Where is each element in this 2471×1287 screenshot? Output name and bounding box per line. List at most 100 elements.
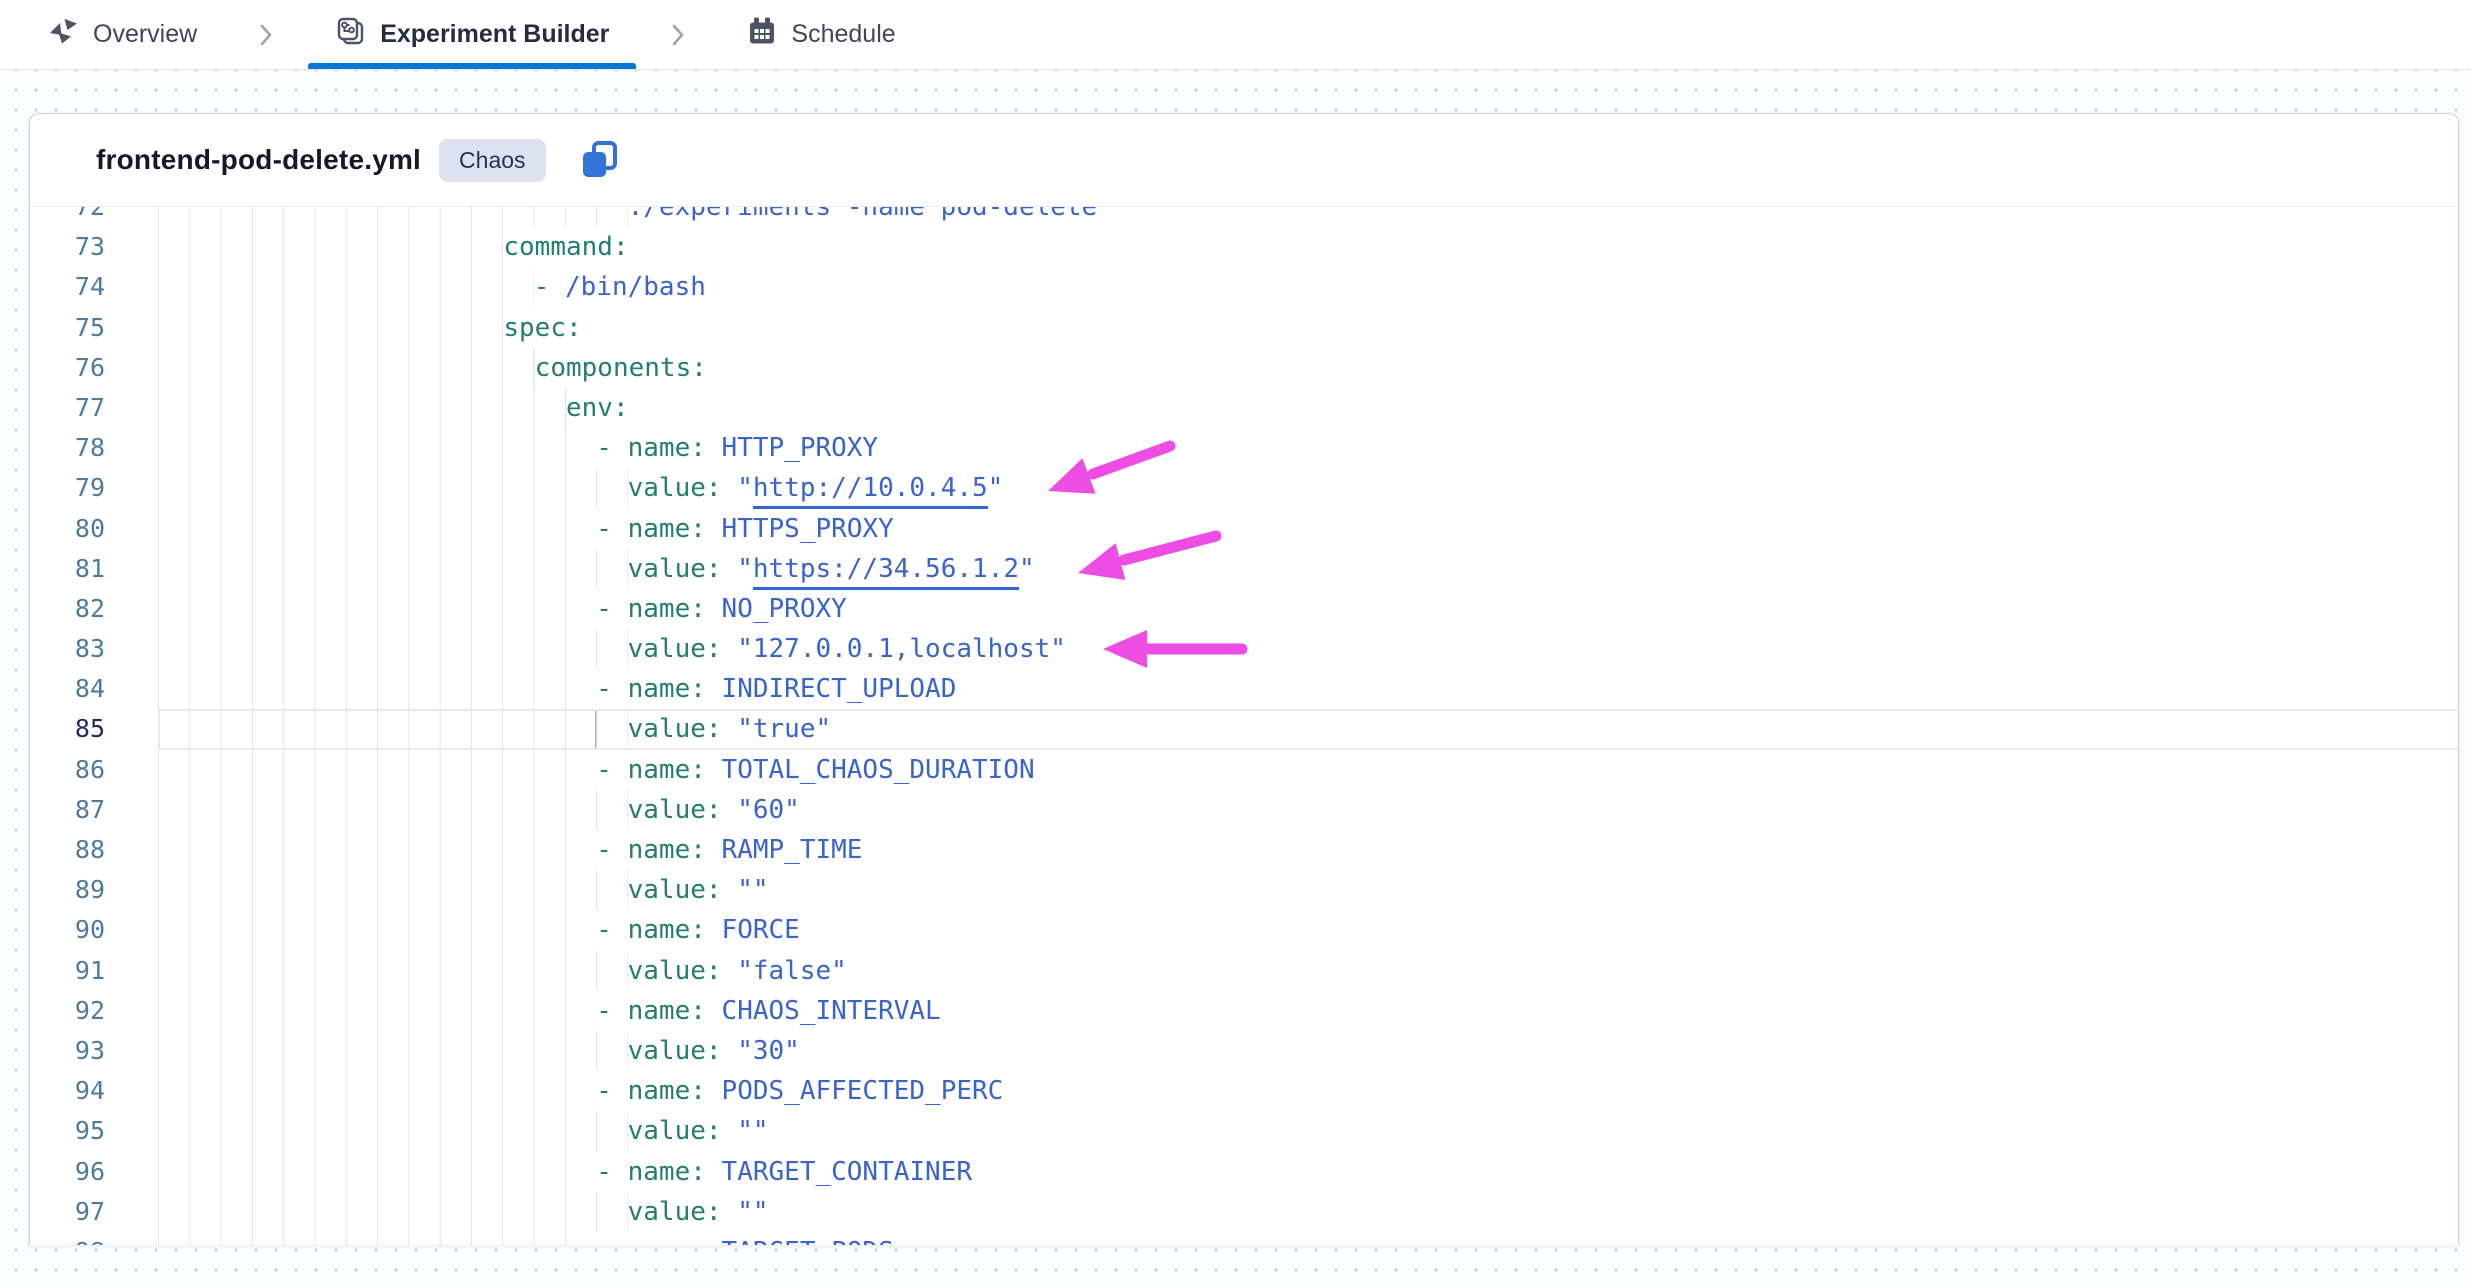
- proxy-link[interactable]: https://34.56.1.2: [753, 554, 1019, 590]
- code-token: -: [596, 835, 627, 865]
- code-token: ": [737, 554, 753, 584]
- code-token: INDIRECT_UPLOAD: [722, 674, 957, 704]
- line-number: 96: [30, 1152, 105, 1192]
- code-token: :: [706, 634, 737, 664]
- copy-button[interactable]: [578, 139, 620, 181]
- indent-guides: [158, 910, 596, 950]
- code-token: :: [691, 353, 707, 383]
- code-line[interactable]: 96 - name: TARGET_CONTAINER: [30, 1152, 2458, 1192]
- line-number: 83: [30, 629, 105, 669]
- code-token: PODS_AFFECTED_PERC: [722, 1076, 1004, 1106]
- code-token: ": [737, 473, 753, 503]
- code-token: :: [706, 473, 737, 503]
- code-line[interactable]: 80 - name: HTTPS_PROXY: [30, 509, 2458, 549]
- tab-overview[interactable]: Overview: [48, 0, 197, 69]
- code-line[interactable]: 91 value: "false": [30, 951, 2458, 991]
- indent-guides: [158, 348, 535, 388]
- indent-guides: [158, 388, 566, 428]
- code-token: name: [628, 514, 691, 544]
- code-line[interactable]: 73 command:: [30, 227, 2458, 267]
- calendar-icon: [747, 16, 777, 53]
- code-token: -: [596, 996, 627, 1026]
- code-token: spec: [503, 313, 566, 343]
- code-line[interactable]: 77 env:: [30, 388, 2458, 428]
- code-token: :: [613, 232, 629, 262]
- code-token: RAMP_TIME: [722, 835, 863, 865]
- line-number: 95: [30, 1111, 105, 1151]
- code-token: value: [628, 795, 706, 825]
- code-token: name: [628, 996, 691, 1026]
- code-token: ": [988, 473, 1004, 503]
- line-number: 86: [30, 750, 105, 790]
- code-token: -: [534, 272, 565, 302]
- code-line[interactable]: 92 - name: CHAOS_INTERVAL: [30, 991, 2458, 1031]
- code-line[interactable]: 90 - name: FORCE: [30, 910, 2458, 950]
- line-number: 75: [30, 308, 105, 348]
- chaos-badge: Chaos: [439, 139, 545, 182]
- code-token: :: [706, 1197, 737, 1227]
- code-line[interactable]: 85 value: "true": [30, 709, 2458, 749]
- code-token: TARGET_PODS: [722, 1237, 894, 1245]
- code-line[interactable]: 95 value: "": [30, 1111, 2458, 1151]
- indent-guides: [158, 830, 596, 870]
- indent-guides: [158, 750, 596, 790]
- code-token: name: [628, 594, 691, 624]
- code-line[interactable]: 89 value: "": [30, 870, 2458, 910]
- chaos-module-icon: [48, 16, 79, 53]
- tab-experiment-builder[interactable]: Experiment Builder: [335, 0, 609, 69]
- code-line[interactable]: 98 - name: TARGET_PODS: [30, 1232, 2458, 1245]
- code-line[interactable]: 83 value: "127.0.0.1,localhost": [30, 629, 2458, 669]
- code-token: components: [535, 353, 692, 383]
- code-line[interactable]: 93 value: "30": [30, 1031, 2458, 1071]
- code-token: :: [706, 1116, 737, 1146]
- code-token: NO_PROXY: [722, 594, 847, 624]
- code-line[interactable]: 72 ./experiments -name pod-delete: [30, 207, 2458, 227]
- line-number: 73: [30, 227, 105, 267]
- code-token: value: [628, 1197, 706, 1227]
- code-token: "": [737, 1197, 768, 1227]
- code-line[interactable]: 88 - name: RAMP_TIME: [30, 830, 2458, 870]
- indent-guides: [158, 951, 628, 991]
- code-token: :: [706, 1036, 737, 1066]
- code-token: FORCE: [722, 915, 800, 945]
- code-line[interactable]: 97 value: "": [30, 1192, 2458, 1232]
- indent-guides: [158, 509, 596, 549]
- code-line[interactable]: 94 - name: PODS_AFFECTED_PERC: [30, 1071, 2458, 1111]
- tab-schedule[interactable]: Schedule: [747, 0, 895, 69]
- experiment-builder-icon: [335, 16, 366, 54]
- code-line[interactable]: 76 components:: [30, 348, 2458, 388]
- code-line[interactable]: 74 - /bin/bash: [30, 267, 2458, 307]
- code-line[interactable]: 79 value: "http://10.0.4.5": [30, 468, 2458, 508]
- code-token: name: [628, 1157, 691, 1187]
- indent-guides: [158, 227, 503, 267]
- line-number: 94: [30, 1071, 105, 1111]
- code-line[interactable]: 86 - name: TOTAL_CHAOS_DURATION: [30, 750, 2458, 790]
- code-token: :: [613, 393, 629, 423]
- line-number: 81: [30, 549, 105, 589]
- code-line[interactable]: 82 - name: NO_PROXY: [30, 589, 2458, 629]
- code-token: :: [690, 755, 721, 785]
- file-name: frontend-pod-delete.yml: [96, 144, 421, 176]
- code-token: :: [706, 554, 737, 584]
- code-line[interactable]: 87 value: "60": [30, 790, 2458, 830]
- code-area[interactable]: 72 ./experiments -name pod-delete73 comm…: [30, 207, 2458, 1245]
- code-token: value: [628, 1036, 706, 1066]
- code-line[interactable]: 75 spec:: [30, 308, 2458, 348]
- canvas-background: frontend-pod-delete.yml Chaos 72 ./exper…: [0, 70, 2471, 1287]
- line-number: 84: [30, 669, 105, 709]
- code-token: value: [628, 473, 706, 503]
- code-token: :: [690, 594, 721, 624]
- code-line[interactable]: 84 - name: INDIRECT_UPLOAD: [30, 669, 2458, 709]
- proxy-link[interactable]: http://10.0.4.5: [753, 473, 988, 509]
- code-token: ./experiments -name pod-delete: [628, 207, 1098, 222]
- code-token: name: [628, 835, 691, 865]
- code-token: "30": [737, 1036, 800, 1066]
- indent-guides: [158, 870, 628, 910]
- indent-guides: [158, 428, 596, 468]
- code-token: CHAOS_INTERVAL: [722, 996, 941, 1026]
- code-token: ": [1019, 554, 1035, 584]
- line-number: 77: [30, 388, 105, 428]
- code-line[interactable]: 81 value: "https://34.56.1.2": [30, 549, 2458, 589]
- code-token: :: [690, 514, 721, 544]
- code-line[interactable]: 78 - name: HTTP_PROXY: [30, 428, 2458, 468]
